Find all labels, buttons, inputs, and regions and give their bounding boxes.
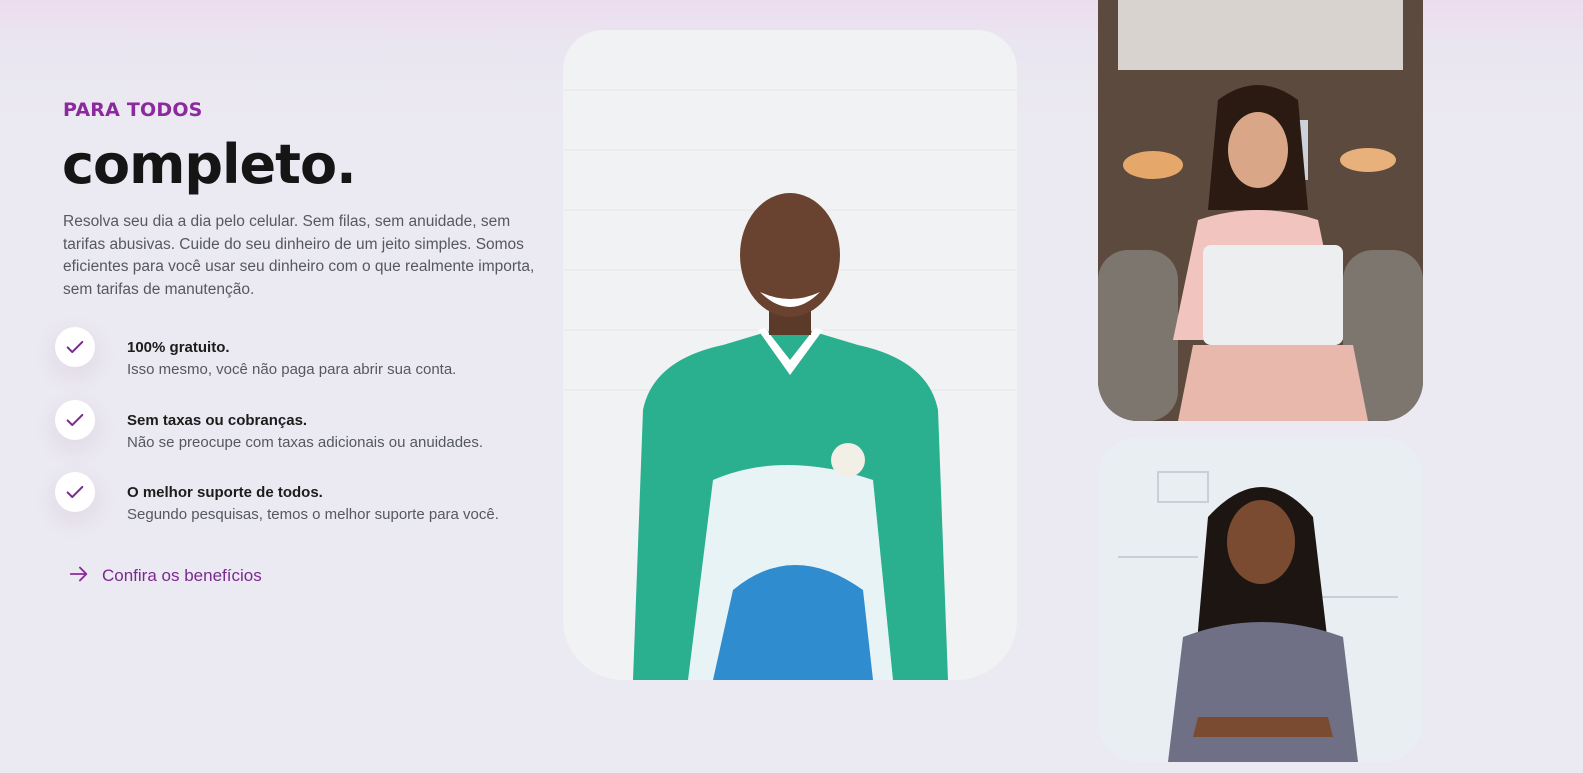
feature-subtitle: Isso mesmo, você não paga para abrir sua… [127, 361, 457, 378]
feature-subtitle: Não se preocupe com taxas adicionais ou … [127, 434, 484, 451]
section-description: Resolva seu dia a dia pelo celular. Sem … [63, 213, 535, 298]
check-icon [55, 400, 95, 440]
benefits-link-label: Confira os benefícios [102, 566, 262, 585]
feature-title: O melhor suporte de todos. [127, 484, 323, 501]
photo-man-smiling [563, 30, 1017, 680]
arrow-right-icon [68, 563, 90, 590]
feature-item-free: 100% gratuito. Isso mesmo, você não paga… [55, 327, 535, 387]
feature-item-no-fees: Sem taxas ou cobranças. Não se preocupe … [55, 400, 535, 460]
page-title: completo. [62, 133, 357, 196]
check-icon [55, 472, 95, 512]
benefits-link[interactable]: Confira os benefícios [68, 564, 262, 588]
feature-title: 100% gratuito. [127, 339, 230, 356]
feature-subtitle: Segundo pesquisas, temos o melhor suport… [127, 506, 499, 523]
check-icon [55, 327, 95, 367]
section-eyebrow: PARA TODOS [63, 99, 203, 121]
feature-title: Sem taxas ou cobranças. [127, 412, 308, 429]
photo-woman-braids [1098, 437, 1423, 762]
photo-woman-laptop [1098, 0, 1423, 421]
feature-item-support: O melhor suporte de todos. Segundo pesqu… [55, 472, 535, 532]
